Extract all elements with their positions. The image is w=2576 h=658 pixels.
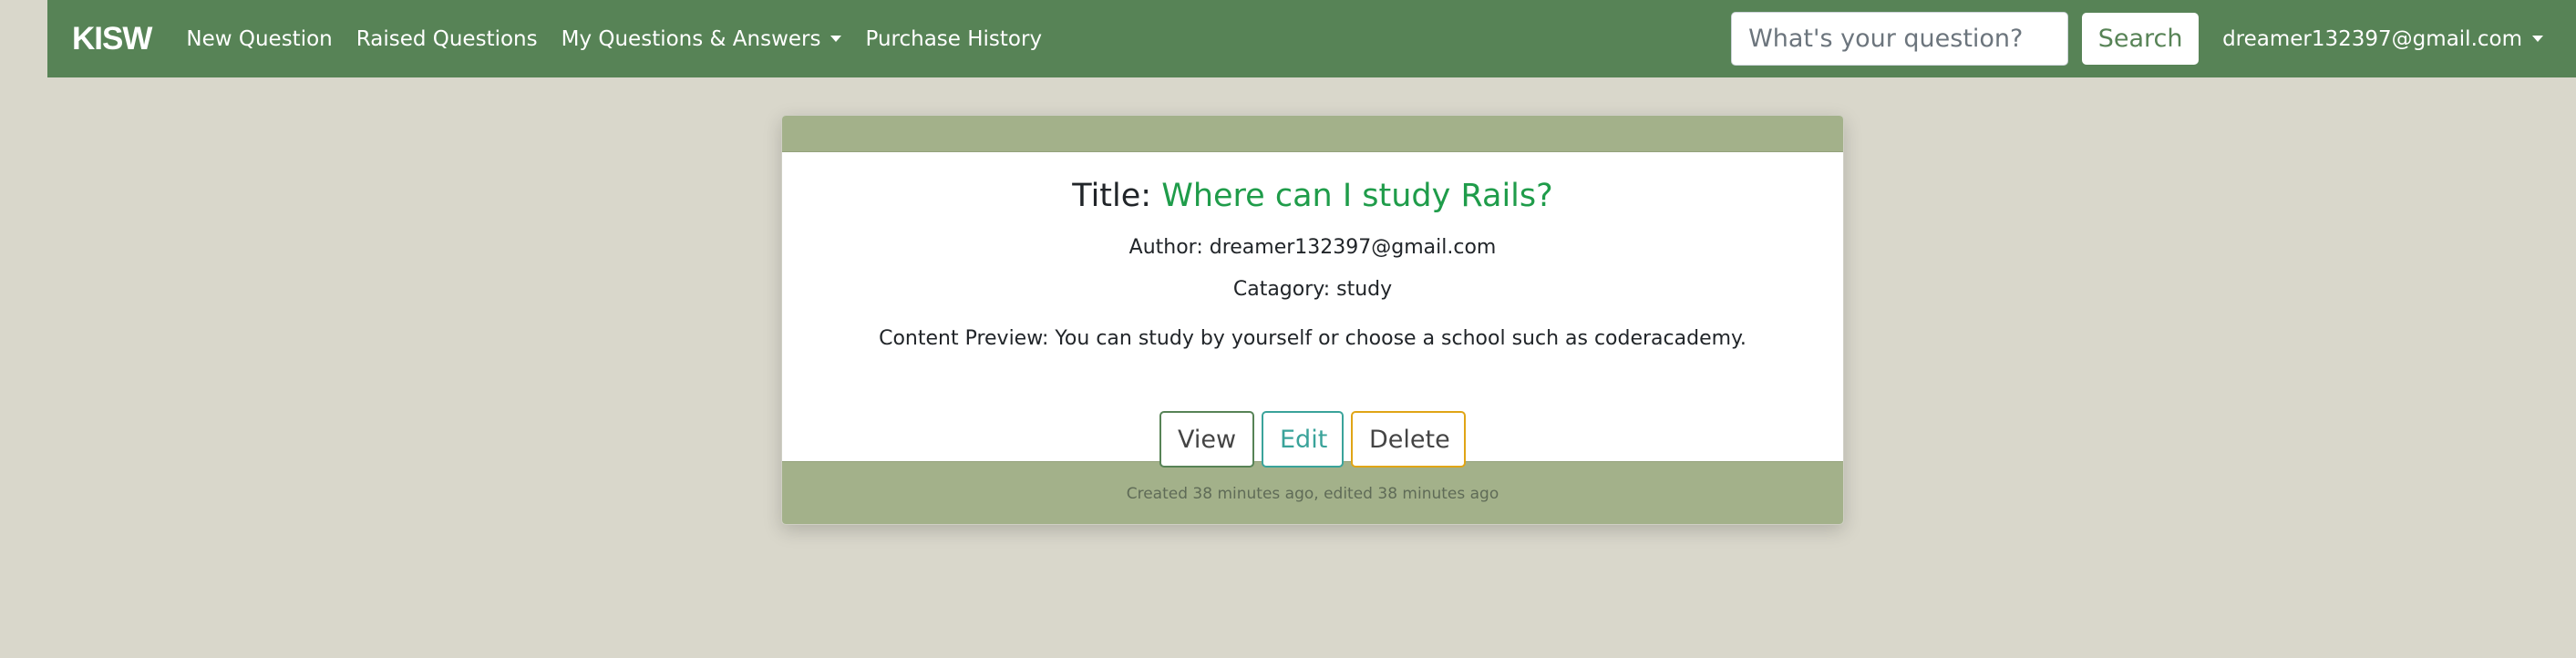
card-body: Title: Where can I study Rails? Author: … [782,152,1843,468]
nav-raised-questions[interactable]: Raised Questions [356,27,538,51]
question-timestamps: Created 38 minutes ago, edited 38 minute… [1126,485,1499,503]
user-menu-dropdown[interactable]: dreamer132397@gmail.com [2222,27,2543,51]
card-header [782,116,1843,152]
question-title: Title: Where can I study Rails? [782,178,1843,214]
question-content-preview: Content Preview: You can study by yourse… [879,327,1747,350]
edit-button[interactable]: Edit [1262,411,1344,468]
delete-button[interactable]: Delete [1351,411,1466,468]
top-navbar: KISW New Question Raised Questions My Qu… [47,0,2576,77]
nav-new-question[interactable]: New Question [186,27,332,51]
user-email: dreamer132397@gmail.com [2222,26,2522,51]
question-author: Author: dreamer132397@gmail.com [1128,236,1497,259]
card-footer: Created 38 minutes ago, edited 38 minute… [782,461,1843,524]
question-category: Catagory: study [1232,278,1393,301]
title-label: Title: [1072,178,1152,214]
search-input[interactable] [1731,12,2069,66]
question-actions: View Edit Delete [782,411,1843,468]
nav-right: Search dreamer132397@gmail.com [1731,0,2576,77]
brand-logo[interactable]: KISW [72,21,152,57]
nav-my-questions-answers-label: My Questions & Answers [561,26,821,51]
question-card: Title: Where can I study Rails? Author: … [781,115,1844,525]
view-button[interactable]: View [1159,411,1254,468]
nav-purchase-history[interactable]: Purchase History [865,27,1042,51]
caret-down-icon [830,36,842,42]
nav-links: New Question Raised Questions My Questio… [186,27,1066,51]
question-title-link[interactable]: Where can I study Rails? [1161,178,1553,214]
page: KISW New Question Raised Questions My Qu… [0,0,2576,658]
nav-my-questions-answers-dropdown[interactable]: My Questions & Answers [562,27,842,51]
search-button[interactable]: Search [2082,13,2200,65]
caret-down-icon [2532,36,2543,42]
